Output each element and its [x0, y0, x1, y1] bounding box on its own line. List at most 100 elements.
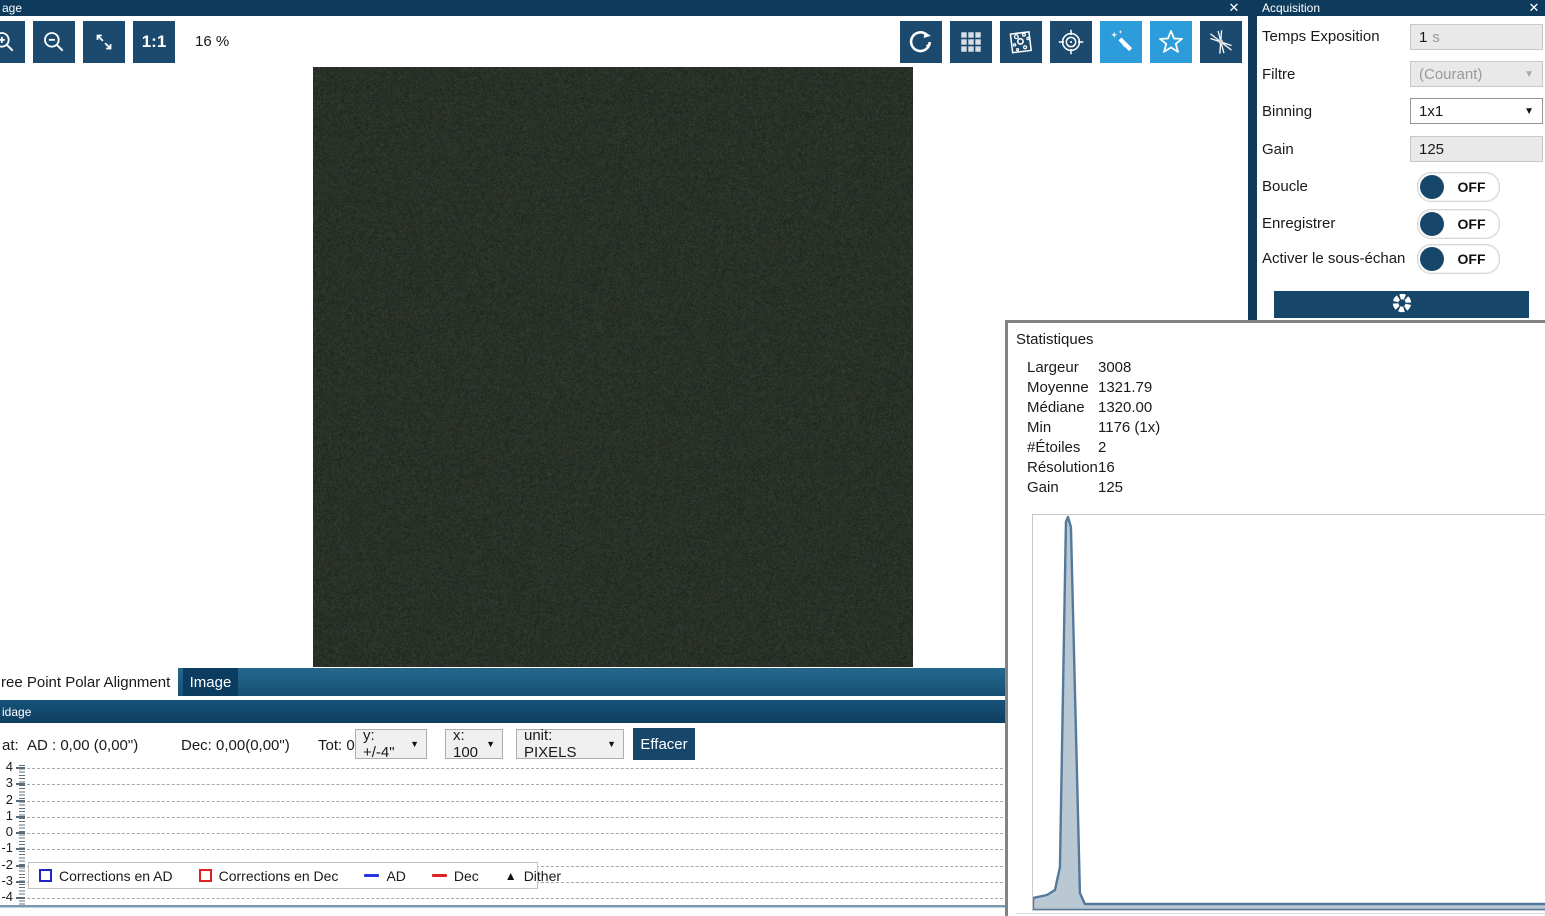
star-detection-button[interactable] [1150, 21, 1192, 63]
chart-legend: Corrections en AD Corrections en Dec AD … [28, 862, 538, 889]
y-tick: 0 [0, 824, 13, 839]
guider-rms-dec: Dec: 0,00(0,00") [181, 737, 290, 754]
legend-item[interactable]: Corrections en AD [39, 868, 173, 884]
camera-image[interactable] [313, 67, 913, 667]
stat-label: Largeur [1027, 359, 1079, 376]
zoom-in-icon [0, 29, 17, 55]
clear-graph-button[interactable]: Effacer [633, 728, 695, 760]
stat-row: Médiane1320.00 [1008, 399, 1408, 419]
filter-dropdown: (Courant) ▼ [1410, 61, 1543, 87]
x-scale-value: x: 100 [453, 727, 480, 761]
stat-value: 3008 [1098, 359, 1131, 376]
binning-dropdown[interactable]: 1x1 ▼ [1410, 98, 1543, 124]
stat-value: 1176 (1x) [1098, 419, 1160, 436]
subsample-label: Activer le sous-échan [1262, 250, 1405, 267]
exposure-value: 1 [1419, 29, 1427, 46]
legend-label: Corrections en AD [59, 868, 173, 884]
stat-value: 125 [1098, 479, 1123, 496]
tab-label: Image [190, 674, 232, 691]
line-swatch-dec [432, 874, 447, 877]
refresh-stretch-button[interactable] [900, 21, 942, 63]
histogram-panel [1032, 514, 1545, 911]
stat-label: Résolution [1027, 459, 1098, 476]
close-icon[interactable]: ✕ [1224, 0, 1244, 16]
scale-1-1-label: 1:1 [142, 32, 167, 52]
statistics-window: Statistiques Largeur 3008 Moyenne1321.79 … [1005, 320, 1545, 916]
bahtinov-icon [1207, 28, 1235, 56]
y-tick: 3 [0, 775, 13, 790]
stat-row: #Étoiles2 [1008, 439, 1408, 459]
tab-image[interactable]: Image [183, 668, 238, 696]
loop-toggle[interactable]: OFF [1417, 172, 1500, 202]
scale-1-1-button[interactable]: 1:1 [133, 21, 175, 63]
image-window-titlebar[interactable]: age ✕ [0, 0, 1248, 16]
bottom-tabstrip: ree Point Polar Alignment Image [0, 668, 1005, 696]
bahtinov-button[interactable] [1200, 21, 1242, 63]
stat-label: Gain [1027, 479, 1059, 496]
chevron-down-icon: ▼ [410, 739, 419, 749]
acquisition-titlebar[interactable]: Acquisition ✕ [1257, 0, 1545, 16]
plate-solve-icon [1007, 28, 1035, 56]
star-icon [1157, 28, 1185, 56]
grid-icon [958, 29, 984, 55]
auto-stretch-button[interactable] [1100, 21, 1142, 63]
tab-three-point-polar-alignment[interactable]: ree Point Polar Alignment [0, 668, 178, 696]
y-tick: 4 [0, 759, 13, 774]
chevron-down-icon: ▼ [1524, 106, 1534, 117]
zoom-percentage: 16 % [195, 33, 229, 50]
y-tick: -4 [0, 889, 13, 904]
chevron-down-icon: ▼ [1524, 69, 1534, 80]
plate-solve-button[interactable] [1000, 21, 1042, 63]
y-tick: -1 [0, 840, 13, 855]
guider-header-label: idage [2, 705, 31, 719]
exposure-unit: s [1432, 29, 1440, 46]
filter-label: Filtre [1262, 66, 1295, 83]
legend-label: Corrections en Dec [219, 868, 339, 884]
refresh-icon [907, 28, 935, 56]
legend-item: AD [364, 868, 405, 884]
unit-value: unit: PIXELS [524, 727, 601, 761]
binning-value: 1x1 [1419, 103, 1443, 120]
unit-dropdown[interactable]: unit: PIXELS ▼ [516, 729, 624, 759]
guider-rms-ra: AD : 0,00 (0,00") [27, 737, 138, 754]
statistics-table: Largeur 3008 Moyenne1321.79 Médiane1320.0… [1008, 359, 1408, 499]
toggle-state: OFF [1444, 179, 1499, 195]
subsample-toggle[interactable]: OFF [1417, 244, 1500, 274]
pixel-grid-button[interactable] [950, 21, 992, 63]
stat-row: Gain 125 [1008, 479, 1408, 499]
stat-value: 1321.79 [1098, 379, 1152, 396]
exposure-input[interactable]: 1 s [1410, 24, 1543, 50]
stat-row: Résolution16 [1008, 459, 1408, 479]
y-tick: -2 [0, 857, 13, 872]
statistics-title: Statistiques [1016, 331, 1094, 348]
loop-label: Boucle [1262, 178, 1308, 195]
legend-item[interactable]: Corrections en Dec [199, 868, 339, 884]
crosshair-icon [1057, 28, 1085, 56]
legend-item: Dec [432, 868, 479, 884]
tab-label: ree Point Polar Alignment [1, 674, 170, 691]
save-toggle[interactable]: OFF [1417, 209, 1500, 239]
stat-row: Min1176 (1x) [1008, 419, 1408, 439]
chevron-down-icon: ▼ [607, 739, 616, 749]
fit-to-screen-button[interactable] [83, 21, 125, 63]
chart-x-axis [0, 905, 1005, 908]
guider-header-bar: idage [0, 700, 1005, 723]
legend-item: ▲Dither [505, 868, 561, 884]
zoom-out-button[interactable] [33, 21, 75, 63]
stat-row: Moyenne1321.79 [1008, 379, 1408, 399]
checkbox-corrections-dec[interactable] [199, 869, 212, 882]
x-scale-dropdown[interactable]: x: 100 ▼ [445, 729, 503, 759]
zoom-in-button[interactable] [0, 21, 25, 63]
gain-label: Gain [1262, 141, 1294, 158]
legend-label: Dither [524, 868, 561, 884]
y-scale-dropdown[interactable]: y: +/-4"▼ [355, 729, 427, 759]
chevron-down-icon: ▼ [486, 739, 495, 749]
close-icon[interactable]: ✕ [1525, 0, 1543, 16]
acquisition-window: Acquisition ✕ Temps Exposition 1 s Filtr… [1248, 0, 1545, 320]
gain-input[interactable]: 125 [1410, 136, 1543, 162]
checkbox-corrections-ra[interactable] [39, 869, 52, 882]
magic-wand-icon [1107, 28, 1135, 56]
crosshair-button[interactable] [1050, 21, 1092, 63]
guider-stats-prefix: at: [2, 737, 19, 754]
capture-button[interactable] [1274, 291, 1529, 318]
